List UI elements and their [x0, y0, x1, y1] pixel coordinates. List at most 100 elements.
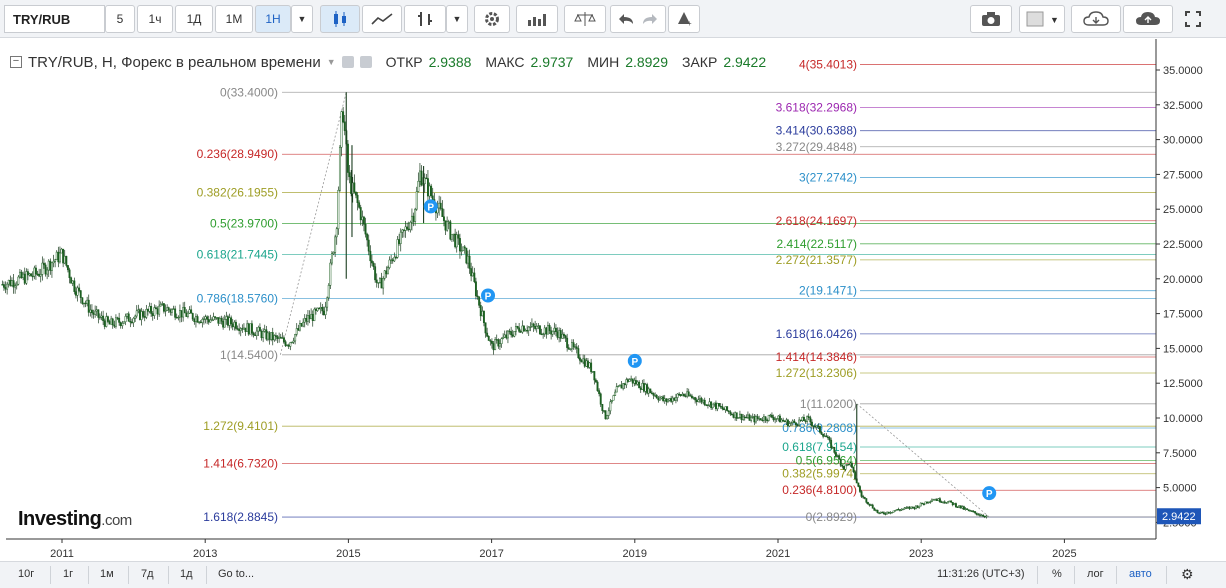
candle-body — [238, 328, 241, 331]
candle-body — [110, 318, 113, 325]
candle-body — [201, 319, 204, 323]
candle-body — [630, 378, 633, 380]
candle-body — [598, 390, 601, 394]
symbol-input[interactable]: TRY/RUB — [4, 5, 105, 33]
candle-body — [964, 508, 967, 510]
candle-body — [465, 247, 468, 264]
pivot-markers[interactable]: P P P P — [423, 199, 997, 501]
bars-button[interactable] — [404, 5, 446, 33]
screenshot-button[interactable] — [970, 5, 1012, 33]
candle-body — [975, 512, 978, 515]
candle-body — [130, 321, 133, 324]
candle-body — [441, 208, 444, 217]
candle-body — [652, 393, 655, 396]
candle-body — [234, 321, 237, 329]
interval-5-button[interactable]: 5 — [105, 5, 135, 33]
gear-small-icon[interactable] — [359, 56, 372, 68]
candle-body — [94, 310, 97, 315]
candle-body — [310, 313, 313, 320]
cloud-download-button[interactable] — [1071, 5, 1121, 33]
color-picker-button[interactable]: ▼ — [1019, 5, 1065, 33]
low-value: 2.8929 — [625, 54, 669, 70]
candle-body — [508, 330, 511, 333]
price-chart[interactable]: 0(33.4000) 0.236(28.9490) 0.382(26.1955) 0.… — [0, 39, 1226, 561]
chevron-down-icon[interactable]: ▼ — [327, 57, 336, 67]
auto-toggle[interactable]: авто — [1129, 568, 1152, 580]
alert-icon: + — [678, 12, 692, 28]
candle-body — [70, 277, 73, 284]
interval-dropdown-button[interactable]: ▼ — [291, 5, 313, 33]
chart-settings-icon[interactable]: ⚙ — [1181, 566, 1194, 583]
candles-button[interactable] — [320, 5, 360, 33]
interval-1d-button[interactable]: 1Д — [175, 5, 213, 33]
candle-body — [802, 417, 805, 422]
goto-button[interactable]: Go to... — [218, 568, 254, 580]
candle-body — [316, 307, 319, 311]
range-1d[interactable]: 1д — [180, 568, 193, 580]
candle-body — [815, 425, 818, 428]
candle-body — [487, 336, 490, 341]
candle-body — [225, 316, 228, 320]
candle-body — [28, 273, 31, 276]
open-label: ОТКР — [385, 54, 423, 70]
candle-body — [278, 336, 281, 339]
candle-body — [191, 313, 194, 320]
candle-body — [382, 278, 385, 289]
range-1y[interactable]: 1г — [63, 568, 73, 580]
instrument-title: TRY/RUB, Н, Форекс в реальном времени — [28, 53, 321, 71]
compare-button[interactable] — [564, 5, 606, 33]
range-7d[interactable]: 7д — [141, 568, 154, 580]
line-chart-button[interactable] — [362, 5, 402, 33]
candle-body — [138, 309, 141, 320]
fullscreen-button[interactable] — [1176, 5, 1210, 33]
candle-body — [962, 506, 965, 510]
alert-button[interactable]: + — [668, 5, 700, 33]
candle-body — [303, 318, 306, 323]
redo-icon[interactable] — [643, 14, 657, 24]
candle-body — [778, 415, 781, 423]
indicators-button[interactable] — [516, 5, 558, 33]
candle-body — [556, 331, 559, 338]
candle-body — [294, 334, 297, 342]
chart-type-dropdown-button[interactable]: ▼ — [446, 5, 468, 33]
candle-body — [889, 512, 892, 514]
candle-body — [377, 282, 380, 284]
range-10y[interactable]: 10г — [18, 568, 34, 580]
candle-body — [36, 273, 39, 276]
candle-body — [105, 316, 108, 327]
candle-body — [542, 333, 545, 336]
candle-body — [231, 323, 234, 328]
interval-1m-button[interactable]: 1М — [215, 5, 253, 33]
percent-toggle[interactable]: % — [1052, 568, 1062, 580]
candle-body — [633, 380, 636, 384]
candle-body — [862, 496, 865, 498]
candle-body — [415, 191, 418, 210]
candle-body — [354, 191, 357, 196]
candle-body — [116, 317, 119, 319]
candle-body — [732, 414, 735, 418]
candle-body — [207, 319, 210, 323]
undo-icon[interactable] — [619, 14, 633, 24]
close-value: 2.9422 — [723, 54, 767, 70]
candle-body — [940, 501, 943, 503]
interval-1w-button[interactable]: 1Н — [255, 5, 291, 33]
cloud-download-icon — [1083, 11, 1109, 26]
candle-body — [743, 416, 746, 419]
candle-body — [982, 514, 985, 517]
collapse-legend-icon[interactable]: − — [10, 56, 22, 68]
candle-body — [806, 416, 809, 422]
candle-body — [265, 329, 268, 340]
candle-body — [623, 383, 626, 386]
range-1m[interactable]: 1м — [100, 568, 114, 580]
candle-body — [449, 221, 452, 240]
candle-body — [828, 437, 831, 441]
cloud-upload-button[interactable] — [1123, 5, 1173, 33]
settings-button[interactable] — [474, 5, 510, 33]
candle-body — [362, 216, 365, 225]
log-toggle[interactable]: лог — [1087, 568, 1104, 580]
interval-1h-button[interactable]: 1ч — [137, 5, 173, 33]
eye-icon[interactable] — [341, 56, 354, 68]
candle-body — [591, 371, 594, 373]
candle-body — [479, 305, 482, 317]
divider — [1116, 566, 1117, 584]
